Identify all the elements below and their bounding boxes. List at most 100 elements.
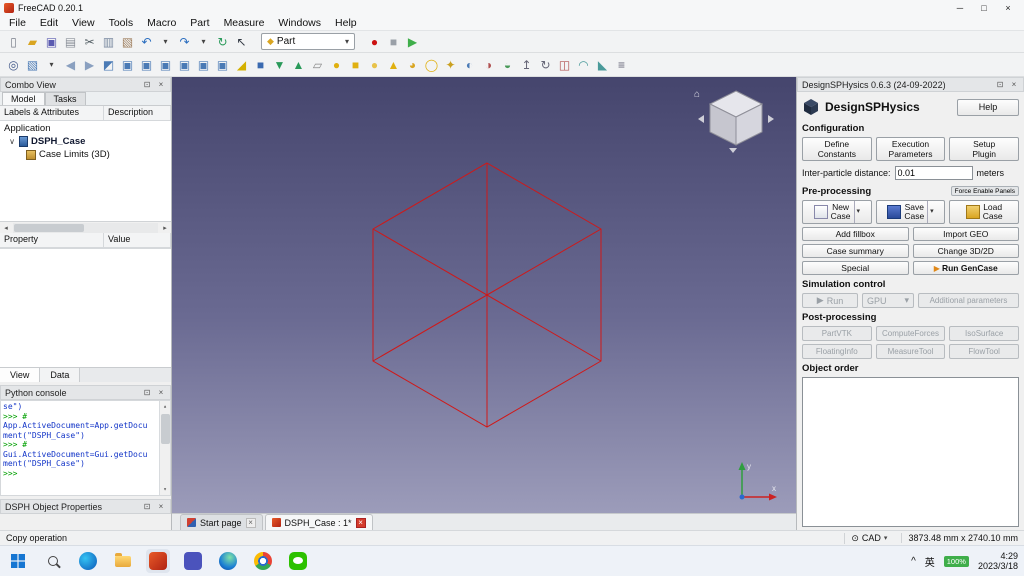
menubar-item[interactable]: File <box>2 17 33 29</box>
python-console[interactable]: se") >>> # App.ActiveDocument=App.getDocu m… <box>0 400 171 496</box>
close-panel-icon[interactable]: × <box>156 502 166 511</box>
import-geo-button[interactable]: Import GEO <box>912 227 1019 241</box>
redo-dropdown-icon[interactable]: ▾ <box>194 32 213 51</box>
battery-icon[interactable]: 100% <box>943 555 969 567</box>
cut-icon[interactable]: ✂ <box>80 32 99 51</box>
float-panel-icon[interactable]: ⊡ <box>995 80 1005 89</box>
taskbar-clock[interactable]: 4:29 2023/3/18 <box>978 551 1018 571</box>
prim-sphere-icon[interactable]: ● <box>365 55 384 74</box>
undo-icon[interactable]: ↶ <box>137 32 156 51</box>
float-panel-icon[interactable]: ⊡ <box>142 502 152 511</box>
taskbar-teams-button[interactable] <box>181 549 205 573</box>
case-summary-button[interactable]: Case summary <box>802 244 909 258</box>
chevron-down-icon[interactable]: ▾ <box>927 201 934 223</box>
view-back-icon[interactable]: ◀ <box>61 55 80 74</box>
taskbar-freecad-button[interactable] <box>146 549 170 573</box>
view-forward-icon[interactable]: ▶ <box>80 55 99 74</box>
prim-cone-icon[interactable]: ▲ <box>384 55 403 74</box>
tab-close-icon[interactable]: × <box>355 517 366 528</box>
taskbar-wechat-button[interactable] <box>286 549 310 573</box>
view-left-icon[interactable]: ▣ <box>213 55 232 74</box>
macro-record-icon[interactable]: ● <box>365 32 384 51</box>
property-grid[interactable] <box>0 248 171 367</box>
close-panel-icon[interactable]: × <box>1009 80 1019 89</box>
part-export-icon[interactable]: ▲ <box>289 55 308 74</box>
prim-shapes-icon[interactable]: ✦ <box>441 55 460 74</box>
close-button[interactable]: × <box>996 3 1020 13</box>
scrollbar-thumb[interactable] <box>160 413 170 444</box>
execution-parameters-button[interactable]: Execution Parameters <box>875 137 946 161</box>
taskbar-edge-beta-button[interactable] <box>216 549 240 573</box>
tree-item-case-limits[interactable]: Case Limits (3D) <box>0 148 171 161</box>
menubar-item[interactable]: Windows <box>271 17 328 29</box>
paste-icon[interactable]: ▧ <box>118 32 137 51</box>
print-icon[interactable]: ▤ <box>61 32 80 51</box>
close-panel-icon[interactable]: × <box>156 80 166 89</box>
tree-item-application[interactable]: Application <box>0 122 171 135</box>
shape-builder-icon[interactable]: ▱ <box>308 55 327 74</box>
prim-box-icon[interactable]: ■ <box>346 55 365 74</box>
setup-plugin-button[interactable]: Setup Plugin <box>949 137 1020 161</box>
macro-stop-icon[interactable]: ■ <box>384 32 403 51</box>
section-icon[interactable]: ◣ <box>593 55 612 74</box>
prim-cylinder-icon[interactable]: ● <box>327 55 346 74</box>
bool-common-icon[interactable]: ◒ <box>498 55 517 74</box>
column-description[interactable]: Description <box>104 106 171 120</box>
taskbar-file-explorer-button[interactable] <box>111 549 135 573</box>
run-gencase-button[interactable]: ▶ Run GenCase <box>912 261 1019 275</box>
scrollbar-thumb[interactable] <box>14 223 84 232</box>
tree-item-dsph-case[interactable]: ∨ DSPH_Case <box>0 135 171 148</box>
ime-indicator[interactable]: 英 <box>925 554 935 569</box>
scroll-right-icon[interactable]: ▸ <box>159 224 171 232</box>
bool-union-icon[interactable]: ◐ <box>460 55 479 74</box>
part-import-icon[interactable]: ▼ <box>270 55 289 74</box>
revolve-icon[interactable]: ↻ <box>536 55 555 74</box>
whats-this-icon[interactable]: ↖ <box>232 32 251 51</box>
new-case-button[interactable]: New Case ▾ <box>802 200 872 224</box>
prim-torus-icon[interactable]: ◯ <box>422 55 441 74</box>
navigation-style-selector[interactable]: ⊙ CAD ▾ <box>844 532 893 544</box>
workbench-selector[interactable]: ◆ Part ▾ <box>261 33 355 50</box>
expander-icon[interactable]: ∨ <box>8 137 16 146</box>
part-box-icon[interactable]: ■ <box>251 55 270 74</box>
refresh-icon[interactable]: ↻ <box>213 32 232 51</box>
scroll-left-icon[interactable]: ◂ <box>0 224 12 232</box>
taskbar-edge-button[interactable] <box>76 549 100 573</box>
tab-tasks[interactable]: Tasks <box>44 92 86 105</box>
chevron-down-icon[interactable]: ▾ <box>853 201 860 223</box>
undo-dropdown-icon[interactable]: ▾ <box>156 32 175 51</box>
mirror-icon[interactable]: ◫ <box>555 55 574 74</box>
define-constants-button[interactable]: Define Constants <box>802 137 872 161</box>
extrude-icon[interactable]: ↥ <box>517 55 536 74</box>
save-file-icon[interactable]: ▣ <box>42 32 61 51</box>
redo-icon[interactable]: ↷ <box>175 32 194 51</box>
tab-close-icon[interactable]: × <box>245 517 256 528</box>
scroll-up-icon[interactable]: ▴ <box>163 402 167 412</box>
view-front-icon[interactable]: ▣ <box>118 55 137 74</box>
float-panel-icon[interactable]: ⊡ <box>142 80 152 89</box>
scroll-down-icon[interactable]: ▾ <box>163 485 167 495</box>
open-file-icon[interactable]: ▰ <box>23 32 42 51</box>
view-right-icon[interactable]: ▣ <box>156 55 175 74</box>
tree-horizontal-scrollbar[interactable]: ◂ ▸ <box>0 221 171 233</box>
load-case-button[interactable]: Load Case <box>949 200 1020 224</box>
float-panel-icon[interactable]: ⊡ <box>142 388 152 397</box>
maximize-button[interactable]: □ <box>972 3 996 13</box>
fit-all-icon[interactable]: ◎ <box>4 55 23 74</box>
change-3d-2d-button[interactable]: Change 3D/2D <box>912 244 1019 258</box>
view-top-icon[interactable]: ▣ <box>137 55 156 74</box>
draw-style-dropdown-icon[interactable]: ▾ <box>42 55 61 74</box>
3d-viewport[interactable]: ⌂ x y <box>172 77 796 513</box>
fillet-icon[interactable]: ◠ <box>574 55 593 74</box>
help-button[interactable]: Help <box>957 98 1019 116</box>
copy-icon[interactable]: ▥ <box>99 32 118 51</box>
tab-start-page[interactable]: Start page × <box>180 514 263 530</box>
close-panel-icon[interactable]: × <box>156 388 166 397</box>
draw-style-icon[interactable]: ▧ <box>23 55 42 74</box>
view-rear-icon[interactable]: ▣ <box>175 55 194 74</box>
console-vertical-scrollbar[interactable]: ▴ ▾ <box>159 401 170 495</box>
tray-chevron-icon[interactable]: ^ <box>911 556 916 567</box>
view-bottom-icon[interactable]: ▣ <box>194 55 213 74</box>
add-fillbox-button[interactable]: Add fillbox <box>802 227 909 241</box>
measure-distance-icon[interactable]: ◢ <box>232 55 251 74</box>
